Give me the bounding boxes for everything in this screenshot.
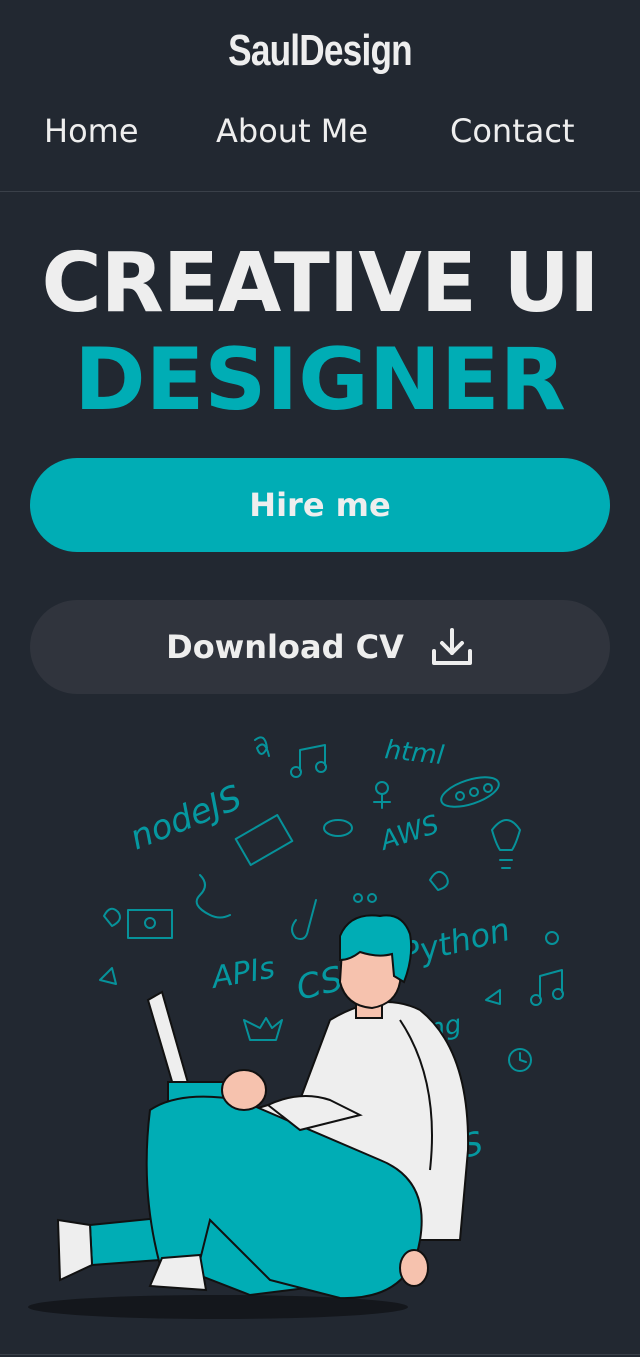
download-cv-button[interactable]: Download CV (30, 600, 610, 694)
nav-contact-link[interactable]: Contact (450, 112, 575, 150)
nav-about-link[interactable]: About Me (216, 112, 368, 150)
nav-home-link[interactable]: Home (44, 112, 139, 150)
hire-me-button[interactable]: Hire me (30, 458, 610, 552)
main-nav: Home About Me Contact (0, 112, 640, 156)
doodle-nodejs: nodeJS (124, 778, 247, 859)
doodle-aws: AWS (375, 810, 443, 858)
hero-illustration: nodeJS html AWS APIs CSS Python ng JS (0, 720, 640, 1320)
download-icon (430, 627, 474, 667)
doodle-apis: APIs (207, 950, 277, 996)
hero-title-line2: DESIGNER (74, 330, 566, 430)
brand-logo[interactable]: SaulDesign (64, 26, 576, 76)
doodle-python: Python (397, 910, 514, 974)
download-cv-label: Download CV (166, 628, 404, 666)
hero-title-line1: CREATIVE UI (41, 236, 600, 331)
site-header: SaulDesign Home About Me Contact (0, 0, 640, 192)
bottom-divider (0, 1354, 640, 1355)
hire-me-label: Hire me (249, 486, 391, 524)
doodle-html: html (383, 735, 446, 771)
